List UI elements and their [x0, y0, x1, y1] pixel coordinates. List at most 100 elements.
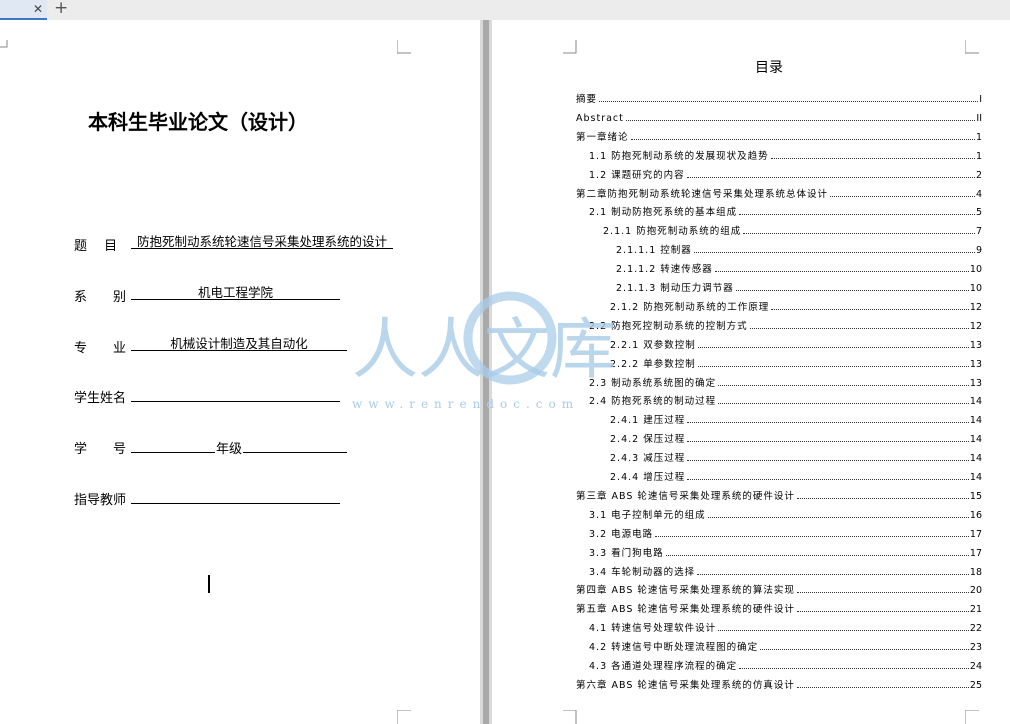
toc-entry-page: 14: [969, 396, 982, 408]
toc-entry-title: 2.1.1.2 转速传感器: [616, 264, 713, 276]
advisor-value[interactable]: [131, 491, 340, 504]
toc-leader-dots: [796, 610, 969, 613]
toc-leader-dots: [693, 251, 975, 254]
toc-entry-title: 2.2.2 单参数控制: [610, 358, 696, 370]
major-label: 专 业: [74, 341, 127, 356]
toc-entry-page: 13: [969, 339, 982, 351]
department-value[interactable]: 机电工程学院: [131, 286, 340, 300]
text-cursor: [208, 575, 210, 593]
toc-entry-page: 17: [969, 528, 982, 540]
toc-entry-page: 22: [969, 623, 982, 635]
toc-heading: 目录: [755, 60, 783, 76]
toc-entry[interactable]: 摘要 I: [576, 91, 982, 105]
toc-entry[interactable]: 2.4.2 保压过程 14: [610, 431, 982, 445]
toc-entry[interactable]: 3.3 看门狗电路 17: [589, 545, 982, 559]
toc-entry-title: 2.3 制动系统系统图的确定: [589, 377, 717, 389]
toc-leader-dots: [714, 270, 969, 273]
margin-corner-mark: [965, 710, 979, 724]
margin-corner-mark: [563, 710, 577, 724]
toc-entry-page: 14: [969, 434, 982, 446]
toc-entry[interactable]: 第五章 ABS 轮速信号采集处理系统的硬件设计 21: [576, 601, 982, 615]
toc-entry-title: 3.2 电源电路: [589, 528, 654, 540]
toc-leader-dots: [630, 138, 975, 140]
toc-leader-dots: [796, 591, 969, 594]
toc-entry-page: 14: [969, 415, 982, 427]
toc-entry[interactable]: 3.4 车轮制动器的选择 18: [589, 564, 982, 578]
toc-leader-dots: [735, 289, 969, 291]
toc-entry-title: 2.1.1.1 控制器: [616, 245, 692, 257]
toc-entry[interactable]: 3.2 电源电路 17: [589, 526, 982, 540]
topic-label: 题 目: [74, 239, 118, 254]
tab-bar: ✕ +: [0, 0, 1010, 20]
toc-entry[interactable]: 2.1.1.1 控制器 9: [616, 242, 982, 256]
toc-entry[interactable]: 2.2.2 单参数控制 13: [610, 356, 982, 370]
toc-entry[interactable]: 4.1 转速信号处理软件设计 22: [589, 620, 982, 634]
toc-entry-title: 3.3 看门狗电路: [589, 547, 664, 559]
toc-entry-title: 2.1.1 防抱死制动系统的组成: [603, 226, 742, 238]
toc-entry-title: 1.2 课题研究的内容: [589, 169, 685, 181]
toc-entry[interactable]: 2.2 防抱死控制动系统的控制方式 12: [589, 318, 982, 332]
toc-entry-page: 16: [969, 509, 982, 521]
toc-leader-dots: [697, 573, 969, 575]
toc-leader-dots: [687, 421, 969, 424]
toc-leader-dots: [687, 459, 969, 462]
toc-entry[interactable]: 4.3 各通道处理程序流程的确定 24: [589, 658, 982, 672]
toc-entry-page: 14: [969, 453, 982, 465]
toc-entry[interactable]: 2.4.3 减压过程 14: [610, 450, 982, 464]
toc-entry[interactable]: 2.4.1 建压过程 14: [610, 412, 982, 426]
toc-entry-page: 13: [969, 377, 982, 389]
toc-entry[interactable]: Abstract II: [576, 110, 982, 124]
toc-leader-dots: [830, 195, 975, 197]
student-name-value[interactable]: [131, 389, 340, 402]
toc-entry[interactable]: 2.4 防抱死系统的制动过程 14: [589, 393, 982, 407]
toc-entry[interactable]: 3.1 电子控制单元的组成 16: [589, 507, 982, 521]
toc-entry-page: 9: [975, 245, 982, 257]
toc-entry-page: 2: [975, 169, 982, 181]
toc-entry[interactable]: 4.2 转速信号中断处理流程图的确定 23: [589, 639, 982, 653]
new-tab-icon[interactable]: +: [54, 0, 68, 17]
toc-entry[interactable]: 第四章 ABS 轮速信号采集处理系统的算法实现 20: [576, 582, 982, 596]
toc-entry[interactable]: 2.1.1.2 转速传感器 10: [616, 261, 982, 275]
topic-value[interactable]: 防抱死制动系统轮速信号采集处理系统的设计: [131, 235, 393, 249]
toc-entry[interactable]: 2.1.1 防抱死制动系统的组成 7: [603, 223, 982, 237]
toc-leader-dots: [796, 497, 969, 499]
toc-entry[interactable]: 2.1 制动防抱死系统的基本组成 5: [589, 204, 982, 218]
toc-entry-page: 21: [969, 604, 982, 616]
student-id-label: 学 号: [74, 442, 127, 457]
toc-page[interactable]: [492, 20, 1010, 724]
toc-leader-dots: [687, 478, 969, 480]
toc-entry[interactable]: 1.2 课题研究的内容 2: [589, 167, 982, 181]
toc-leader-dots: [665, 554, 969, 556]
toc-entry-page: 18: [969, 566, 982, 578]
toc-entry-title: 2.1.2 防抱死制动系统的工作原理: [610, 301, 770, 313]
toc-entry-title: 第六章 ABS 轮速信号采集处理系统的仿真设计: [576, 679, 795, 691]
toc-leader-dots: [770, 157, 975, 159]
toc-entry[interactable]: 2.1.2 防抱死制动系统的工作原理 12: [610, 299, 982, 313]
toc-leader-dots: [625, 119, 976, 121]
document-tab[interactable]: ✕: [0, 0, 47, 20]
toc-entry[interactable]: 第三章 ABS 轮速信号采集处理系统的硬件设计 15: [576, 488, 982, 502]
toc-leader-dots: [718, 384, 969, 386]
student-id-value[interactable]: [131, 440, 215, 453]
toc-entry-title: 4.1 转速信号处理软件设计: [589, 623, 717, 635]
toc-entry-page: 12: [969, 301, 982, 313]
toc-entry[interactable]: 1.1 防抱死制动系统的发展现状及趋势 1: [589, 148, 982, 162]
toc-leader-dots: [771, 308, 969, 310]
major-value[interactable]: 机械设计制造及其自动化: [131, 337, 347, 351]
close-icon[interactable]: ✕: [33, 1, 43, 17]
toc-entry-page: 1: [975, 150, 982, 162]
toc-entry[interactable]: 2.4.4 增压过程 14: [610, 469, 982, 483]
toc-entry-title: 第四章 ABS 轮速信号采集处理系统的算法实现: [576, 585, 795, 597]
toc-entry[interactable]: 2.2.1 双参数控制 13: [610, 337, 982, 351]
toc-leader-dots: [796, 686, 969, 688]
toc-entry[interactable]: 第一章绪论 1: [576, 129, 982, 143]
grade-value[interactable]: [243, 440, 347, 453]
toc-entry-title: 2.4.3 减压过程: [610, 453, 686, 465]
toc-entry[interactable]: 第六章 ABS 轮速信号采集处理系统的仿真设计 25: [576, 677, 982, 691]
toc-entry[interactable]: 2.3 制动系统系统图的确定 13: [589, 375, 982, 389]
toc-entry[interactable]: 第二章防抱死制动系统轮速信号采集处理系统总体设计 4: [576, 186, 982, 200]
toc-leader-dots: [686, 176, 975, 178]
toc-entry-page: I: [979, 94, 982, 105]
toc-entry[interactable]: 2.1.1.3 制动压力调节器 10: [616, 280, 982, 294]
toc-entry-title: 4.3 各通道处理程序流程的确定: [589, 661, 738, 672]
